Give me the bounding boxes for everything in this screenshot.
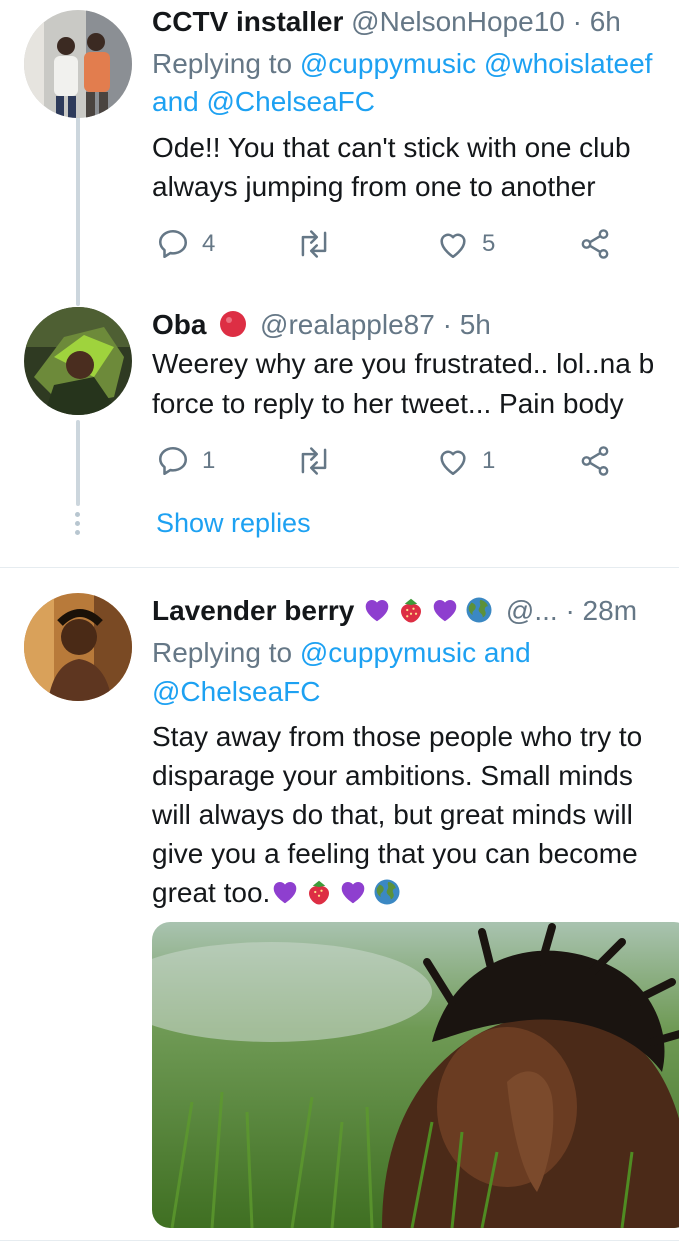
- thread-line: [76, 116, 80, 306]
- replying-to: Replying to @cuppymusic and: [152, 633, 531, 672]
- tweet-text-line: Weerey why are you frustrated.. lol..na …: [152, 348, 655, 379]
- mention-link[interactable]: @whoislateef: [484, 48, 653, 79]
- display-name[interactable]: Oba: [152, 309, 206, 340]
- share-icon: [581, 446, 609, 476]
- speech-bubble-icon: [158, 446, 188, 476]
- reply-button[interactable]: 1: [156, 441, 215, 481]
- mention-and[interactable]: and: [152, 86, 199, 117]
- share-icon: [581, 229, 609, 259]
- speech-bubble-icon: [158, 229, 188, 259]
- like-button[interactable]: 1: [436, 441, 495, 481]
- tweet-text-line: always jumping from one to another: [152, 171, 596, 202]
- red-circle-icon: [220, 311, 247, 337]
- like-count: 1: [482, 447, 496, 474]
- mention-link[interactable]: @ChelseaFC: [207, 86, 375, 117]
- purple-heart-icon: [274, 881, 297, 904]
- name-emojis: [362, 595, 506, 626]
- mention-link[interactable]: @ChelseaFC: [152, 672, 320, 711]
- reply-button[interactable]: 4: [156, 224, 215, 264]
- mention-and[interactable]: and: [484, 637, 531, 668]
- user-handle[interactable]: @NelsonHope10: [351, 6, 565, 37]
- strawberry-icon: [309, 880, 330, 905]
- tweet-text-line: force to reply to her tweet... Pain body: [152, 388, 624, 419]
- timestamp[interactable]: 6h: [590, 6, 621, 37]
- globe-icon: [374, 879, 400, 905]
- tweet-actions: 1 1: [152, 441, 622, 481]
- show-replies-link[interactable]: Show replies: [156, 504, 311, 543]
- display-name[interactable]: Lavender berry: [152, 595, 354, 626]
- separator: ·: [572, 6, 582, 37]
- more-options-icon[interactable]: ⋮: [668, 304, 679, 337]
- mention-link[interactable]: @cuppymusic: [300, 637, 476, 668]
- avatar[interactable]: [24, 307, 132, 415]
- display-name[interactable]: CCTV installer: [152, 6, 343, 37]
- tweet-text-line: Stay away from those people who try to: [152, 721, 643, 752]
- divider: [0, 1240, 679, 1241]
- tweet-text-end: great too.: [152, 877, 271, 908]
- tweet-header: Oba @realapple87 · 5h: [152, 305, 491, 344]
- replying-to-cont: and @ChelseaFC: [152, 82, 375, 121]
- replying-label: Replying to: [152, 48, 293, 79]
- user-handle[interactable]: @...: [506, 595, 558, 626]
- globe-icon: [466, 597, 492, 623]
- reply-count: 4: [202, 230, 216, 257]
- more-options-icon[interactable]: ⋮: [668, 590, 679, 623]
- mention-link[interactable]: @cuppymusic: [300, 48, 476, 79]
- retweet-button[interactable]: [296, 224, 332, 264]
- separator: ·: [442, 309, 452, 340]
- like-button[interactable]: 5: [436, 224, 495, 264]
- timestamp[interactable]: 5h: [460, 309, 491, 340]
- heart-icon: [440, 450, 466, 476]
- tweet-header: Lavender berry @... · 28m: [152, 591, 637, 630]
- strawberry-icon: [401, 598, 422, 623]
- purple-heart-icon: [433, 599, 457, 622]
- tweet-text-line-last: great too.: [152, 873, 406, 912]
- avatar[interactable]: [24, 10, 132, 118]
- retweet-icon: [301, 447, 327, 475]
- tweet-text-line: Ode!! You that can't stick with one club: [152, 132, 631, 163]
- reply-count: 1: [202, 447, 216, 474]
- replying-to: Replying to @cuppymusic @whoislateef: [152, 44, 652, 83]
- purple-heart-icon: [365, 599, 389, 622]
- purple-heart-icon: [342, 881, 365, 904]
- user-handle[interactable]: @realapple87: [260, 309, 435, 340]
- retweet-icon: [301, 230, 327, 258]
- avatar[interactable]: [24, 593, 132, 701]
- thread-dots: [75, 512, 81, 539]
- tweet-header: CCTV installer @NelsonHope10 · 6h: [152, 2, 621, 41]
- separator: ·: [565, 595, 575, 626]
- share-button[interactable]: [578, 224, 612, 264]
- timestamp[interactable]: 28m: [583, 595, 637, 626]
- retweet-button[interactable]: [296, 441, 332, 481]
- tweet-text-line: give you a feeling that you can become: [152, 838, 638, 869]
- heart-icon: [440, 233, 466, 259]
- share-button[interactable]: [578, 441, 612, 481]
- tweet-media-image[interactable]: [152, 922, 679, 1228]
- tweet-text-line: disparage your ambitions. Small minds: [152, 760, 633, 791]
- replying-label: Replying to: [152, 637, 293, 668]
- tweet-text-line: will always do that, but great minds wil…: [152, 799, 633, 830]
- thread-line: [76, 420, 80, 506]
- divider: [0, 567, 679, 568]
- tweet-actions: 4 5: [152, 224, 622, 264]
- like-count: 5: [482, 230, 496, 257]
